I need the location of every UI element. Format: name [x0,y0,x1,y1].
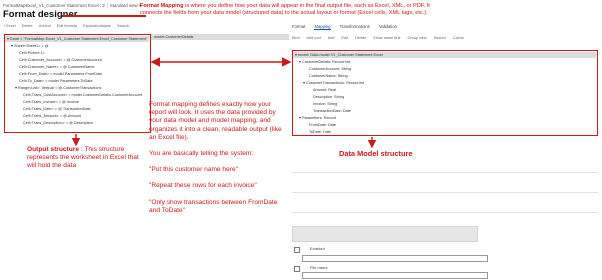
model-node[interactable]: TransactionDate: Date [293,108,351,114]
divider [292,192,598,193]
add-root-button[interactable]: Add root [306,36,320,40]
delete-button[interactable]: Delete [355,36,366,40]
file-name-input[interactable] [302,272,488,279]
bind-button[interactable]: Bind [292,36,300,40]
divider [292,212,598,213]
format-mapping-explanation: Format mapping defines exactly how your … [149,101,283,223]
tree-node-cell[interactable]: Cell<To_Date> = model.Parameters.ToDate [5,78,93,84]
explanation-paragraph: "Only show transactions between FromDate… [149,198,278,214]
explanation-paragraph: "Put this customer name here" [149,166,238,174]
enabled-label: Enabled [310,246,325,251]
model-node[interactable]: Amount: Real [293,87,336,93]
model-node[interactable]: CustomerAccount: String [293,66,351,72]
model-node[interactable]: Invoice: String [293,101,337,107]
search-button[interactable]: Search [117,24,129,28]
data-model-tree-panel: ▾ model: Data model V1_Customer Statemen… [292,50,598,136]
tree-node-range[interactable]: ▾ Range<List>: Vertical = @.CustomerTran… [5,85,101,91]
explanation-paragraph: "Repeat these rows for each invoice" [149,182,257,190]
model-node[interactable]: ▾ CustomerTransactions: Record list [293,80,364,86]
breadcrumb-title[interactable]: FormatMapExcel_V1_Customer Statement Exc… [3,3,105,8]
tree-node-cell[interactable]: Cell<Trans_Amount> = @.Amount [5,113,81,119]
tab-mapping[interactable]: Mapping [314,24,331,30]
tree-node-cell[interactable]: Cell<From_Date> = model.Parameters.FromD… [5,71,102,77]
enabled-input[interactable] [302,255,488,262]
unbind-button[interactable]: Unbind [39,24,51,28]
tree-node-cell[interactable]: Cell<Trans_Date> = @.TransactionDate [5,106,91,112]
divider [292,172,598,173]
format-tree-panel: ▾ Excel = "FormatMap-Excel_V1_Customer S… [4,34,151,133]
data-model-structure-label: Data Model structure [339,149,413,158]
tab-format[interactable]: Format [292,24,305,29]
tab-transformations[interactable]: Transformations [340,24,370,29]
model-node[interactable]: ▾ CustomerDetails: Record list [293,59,350,65]
output-structure-lead: Output structure [27,146,80,153]
binding-value: model.CustomerDetails [151,34,289,40]
group-view-button[interactable]: Group view [407,36,426,40]
expand-collapse-button[interactable]: Expand/collapse [83,24,111,28]
explanation-paragraph: You are basically telling the system: [149,150,254,158]
file-name-label: File name [310,265,328,270]
tree-node-cell[interactable]: Cell<Picture 1> [5,50,45,56]
model-node[interactable]: Description: String [293,94,344,100]
format-mapping-annotation-lead: Format Mapping [140,3,184,9]
model-node[interactable]: CustomerName: String [293,73,348,79]
format-mapping-annotation: Format Mapping is where you define how y… [140,3,440,17]
format-mapping-annotation-text: is where you define how your data will a… [140,3,430,16]
tree-node-cell[interactable]: Cell<Customer_Name> = @.CustomerName [5,64,95,70]
file-name-checkbox[interactable] [294,266,300,272]
model-node-root[interactable]: ▾ model: Data model V1_Customer Statemen… [293,52,596,58]
enabled-checkbox[interactable] [294,247,300,253]
tree-node-cell[interactable]: Cell<Trans_Description> = @.Description [5,120,93,126]
output-structure-annotation: Output structure : This structure repres… [27,146,149,171]
format-toolbar: + Excel Delete Unbind Edit formula Expan… [3,24,288,32]
explanation-paragraph: Format mapping defines exactly how your … [149,101,282,141]
model-node[interactable]: ToDate: Date [293,129,331,135]
tree-node-cell[interactable]: Cell<Customer_Account> = @.CustomerAccou… [5,57,102,63]
tree-node-cell[interactable]: Cell<Trans_CustAccount> = model.Customer… [5,92,142,98]
designer-tabs: Format Mapping Transformations Validatio… [292,24,405,30]
tab-validation[interactable]: Validation [379,24,397,29]
edit-button[interactable]: Edit [342,36,349,40]
model-node[interactable]: ▾ Parameters: Record [293,115,336,121]
tree-node-sheet[interactable]: ▾ Sheet<Sheet1> = @ [5,43,49,49]
edit-formula-button[interactable]: Edit formula [57,24,77,28]
show-name-first-button[interactable]: Show name first [373,36,400,40]
view-selector[interactable]: Standard view [110,3,138,8]
add-button[interactable]: Add [328,36,335,40]
delete-button[interactable]: Delete [22,24,33,28]
model-toolbar: Bind Add root Add Edit Delete Show name … [292,36,598,44]
tree-node-cell[interactable]: Cell<Trans_Invoice> = @.Invoice [5,99,79,105]
formula-textbox[interactable] [292,226,478,242]
model-node[interactable]: FromDate: Date [293,122,336,128]
search-button[interactable]: Search [434,36,446,40]
tree-node-excel[interactable]: ▾ Excel = "FormatMap-Excel_V1_Customer S… [5,36,149,42]
add-excel-button[interactable]: + Excel [3,24,16,28]
annotation-pointer-line [62,15,146,17]
cache-button[interactable]: Cache [453,36,464,40]
